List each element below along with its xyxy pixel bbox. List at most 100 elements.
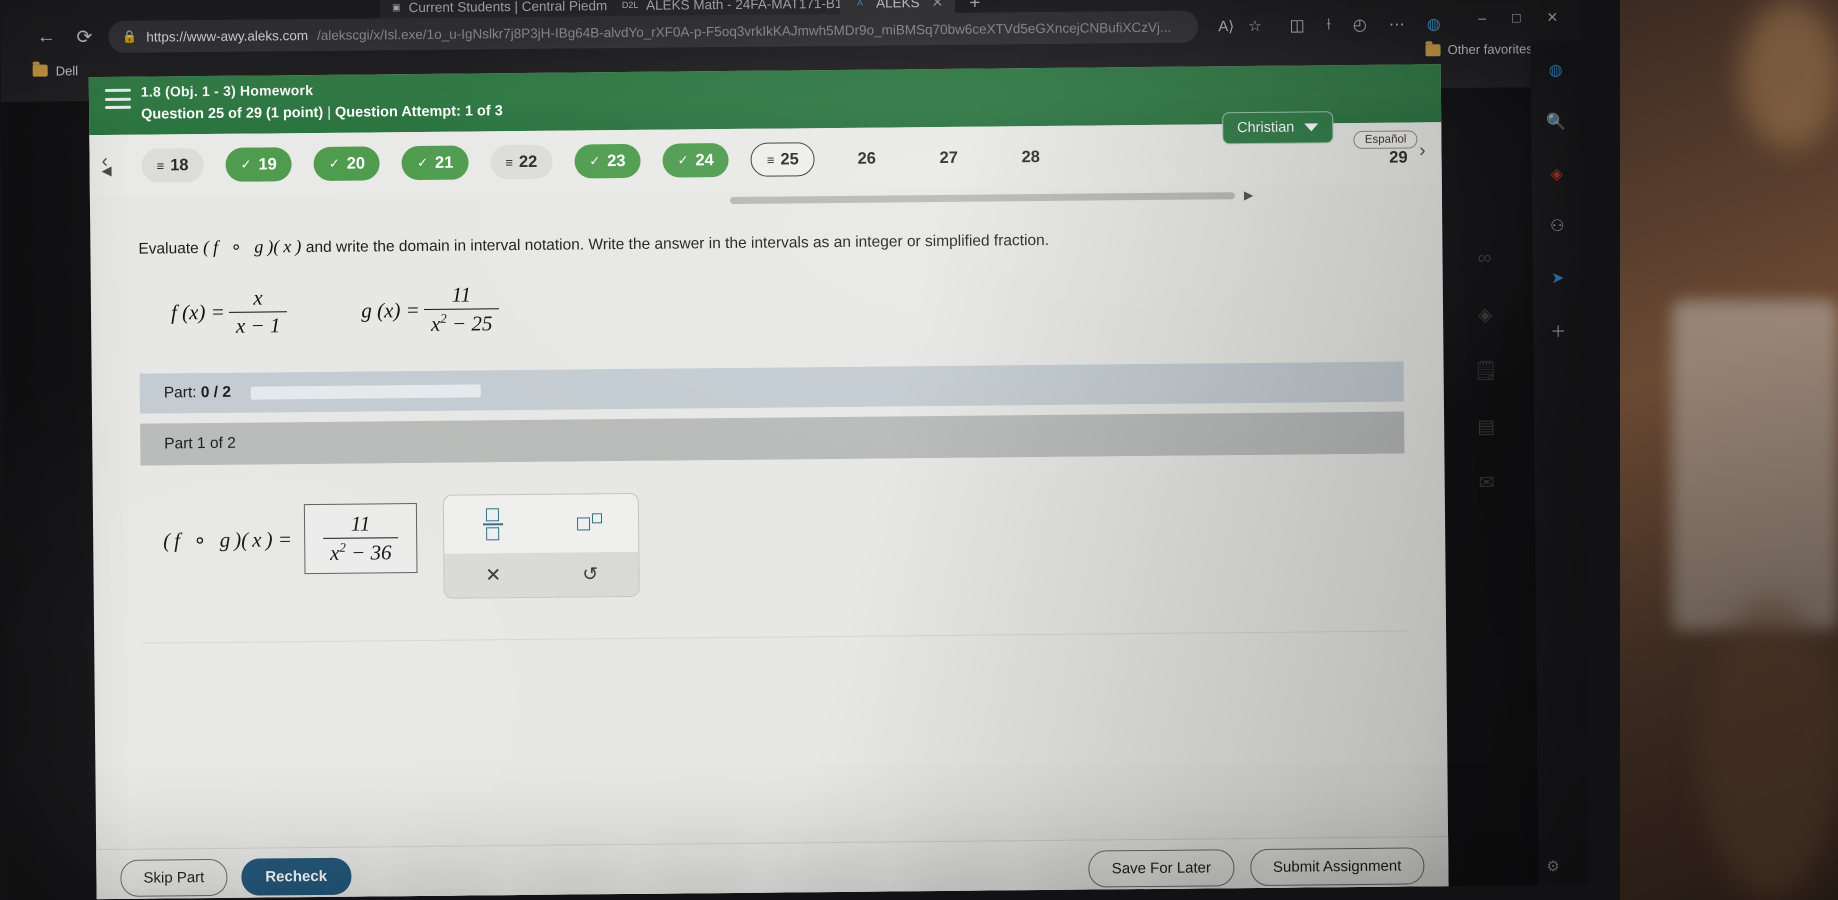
lines-icon: ≡ xyxy=(766,152,774,168)
scroll-track[interactable] xyxy=(729,192,1235,205)
contacts-icon[interactable]: ⚇ xyxy=(1544,213,1570,239)
question-pill-22[interactable]: ≡ 22 xyxy=(490,144,553,180)
attempt-counter: Question Attempt: 1 of 3 xyxy=(334,103,503,121)
question-pill-18[interactable]: ≡ 18 xyxy=(141,148,204,183)
g-fraction: 11 x2 − 25 xyxy=(423,282,500,337)
check-icon: ✓ xyxy=(416,154,429,171)
fraction-icon xyxy=(482,508,503,541)
prompt-tail: and write the domain in interval notatio… xyxy=(305,231,1050,257)
question-pill-19[interactable]: ✓ 19 xyxy=(225,147,292,182)
question-counter: Question 25 of 29 (1 point) xyxy=(141,104,324,123)
f-numerator: x xyxy=(253,284,263,310)
reload-icon[interactable]: ⟳ xyxy=(70,26,98,49)
aleks-page: 1.8 (Obj. 1 - 3) Homework Question 25 of… xyxy=(88,64,1498,900)
pill-number: 22 xyxy=(518,152,538,171)
question-pill-25-current[interactable]: ≡ 25 xyxy=(750,142,815,177)
copilot-icon[interactable]: ◍ xyxy=(1427,14,1441,34)
palette-actions-row: ✕ ↺ xyxy=(444,551,640,598)
pill-number: 27 xyxy=(939,148,958,167)
recheck-button[interactable]: Recheck xyxy=(241,857,352,896)
question-pill-24[interactable]: ✓ 24 xyxy=(662,143,729,178)
undo-button[interactable]: ↺ xyxy=(542,552,639,597)
clear-answer-button[interactable]: ✕ xyxy=(445,553,542,598)
message-icon[interactable]: ✉ xyxy=(1472,468,1502,498)
check-icon: ✓ xyxy=(677,152,689,168)
photographed-laptop-screen: ▣ Current Students | Central Piedm ✕ D2L… xyxy=(0,0,1838,900)
fraction-tool-button[interactable] xyxy=(444,495,542,554)
part-heading-label: Part 1 of 2 xyxy=(164,434,236,453)
pill-number: 28 xyxy=(1021,147,1040,166)
copilot-icon[interactable]: ◍ xyxy=(1543,57,1569,83)
shopping-icon[interactable]: ◈ xyxy=(1544,161,1570,187)
check-icon: ✓ xyxy=(589,153,601,169)
part-score-bar: Part: 0 / 2 xyxy=(139,361,1404,414)
submit-assignment-button[interactable]: Submit Assignment xyxy=(1249,847,1425,887)
g-den-exponent: 2 xyxy=(440,310,447,326)
omnibox-actions: A⟩ ☆ xyxy=(1218,17,1261,35)
split-screen-icon[interactable]: ◫ xyxy=(1290,15,1305,35)
favorite-star-icon[interactable]: ☆ xyxy=(1248,17,1262,35)
add-tool-icon[interactable]: ＋ xyxy=(1545,317,1571,343)
other-favorites[interactable]: Other favorites xyxy=(1425,41,1533,58)
question-pill-29[interactable]: 29 xyxy=(1389,148,1408,167)
answer-den-exponent: 2 xyxy=(339,539,346,555)
part-score-value: 0 / 2 xyxy=(200,383,232,402)
exponent-icon xyxy=(577,512,603,530)
answer-numerator: 11 xyxy=(350,511,371,536)
chrome-action-icons: ◫ ⟊ ◴ ⋯ ◍ xyxy=(1290,14,1441,35)
question-pill-20[interactable]: ✓ 20 xyxy=(313,146,381,181)
infinity-icon[interactable]: ∞ xyxy=(1469,244,1499,274)
nav-next-arrow[interactable]: › xyxy=(1419,140,1426,162)
question-pill-28[interactable]: 28 xyxy=(1001,140,1061,175)
url-path: /alekscgi/x/Isl.exe/1o_u-IgNslkr7j8P3jH-… xyxy=(317,19,1172,43)
footer-right-actions: Save For Later Submit Assignment xyxy=(1088,847,1425,888)
g-label: g (x) = xyxy=(361,297,420,323)
question-prompt: Evaluate (f ∘ g)(x) and write the domain… xyxy=(138,223,1402,262)
gear-icon[interactable]: ⚙ xyxy=(1546,857,1560,875)
calculator-icon[interactable]: ▤ xyxy=(1471,412,1501,442)
answer-value: 11 x2 − 36 xyxy=(322,511,399,566)
question-pill-26[interactable]: 26 xyxy=(837,141,897,176)
pill-number: 24 xyxy=(695,150,714,169)
other-favorites-label: Other favorites xyxy=(1447,41,1533,58)
collapse-left-caret-icon[interactable]: ◀ xyxy=(102,163,112,179)
answer-area: (f ∘ g)(x) = 11 x2 − 36 ✕ ↺ xyxy=(140,453,1407,644)
prompt-lead: Evaluate xyxy=(138,240,199,258)
save-for-later-button[interactable]: Save For Later xyxy=(1088,849,1235,888)
settings-more-icon[interactable]: ⋯ xyxy=(1389,15,1405,35)
room-blob xyxy=(1700,600,1838,900)
room-blob xyxy=(1672,300,1838,630)
lines-icon: ≡ xyxy=(156,157,164,174)
user-menu-button[interactable]: Christian xyxy=(1221,111,1334,145)
espanol-toggle[interactable]: Español xyxy=(1353,130,1418,150)
read-aloud-icon[interactable]: A⟩ xyxy=(1218,17,1234,35)
answer-input-box[interactable]: 11 x2 − 36 xyxy=(303,503,418,575)
question-pill-23[interactable]: ✓ 23 xyxy=(574,143,641,179)
function-g-definition: g (x) = 11 x2 − 25 xyxy=(361,282,500,337)
exponent-tool-button[interactable] xyxy=(541,494,639,553)
question-pill-21[interactable]: ✓ 21 xyxy=(401,145,469,181)
lines-icon: ≡ xyxy=(505,154,512,170)
math-input-palette: ✕ ↺ xyxy=(443,492,641,599)
collections-icon[interactable]: ⟊ xyxy=(1327,16,1331,34)
browser-essentials-icon[interactable]: ◴ xyxy=(1353,15,1367,35)
scroll-right-caret-icon[interactable]: ▶ xyxy=(1244,188,1253,202)
back-icon[interactable]: ← xyxy=(32,26,60,48)
pill-number: 19 xyxy=(258,154,277,174)
room-blob xyxy=(1740,0,1838,150)
bookmark-dell[interactable]: Dell xyxy=(56,63,79,78)
f-fraction: x x − 1 xyxy=(228,284,288,339)
screen-content: ▣ Current Students | Central Piedm ✕ D2L… xyxy=(0,0,1589,900)
hamburger-menu-icon[interactable] xyxy=(104,88,132,109)
answer-den-base: x xyxy=(329,540,340,565)
g-numerator: 11 xyxy=(451,282,472,307)
send-icon[interactable]: ➤ xyxy=(1545,265,1571,291)
skip-part-button[interactable]: Skip Part xyxy=(120,858,228,897)
notes-icon[interactable]: 🗒 xyxy=(1470,356,1500,386)
check-icon: ✓ xyxy=(240,156,252,172)
search-icon[interactable]: 🔍 xyxy=(1543,109,1569,135)
question-pill-27[interactable]: 27 xyxy=(919,141,979,176)
question-body: Evaluate (f ∘ g)(x) and write the domain… xyxy=(90,204,1446,644)
diamond-help-icon[interactable]: ◈ xyxy=(1470,300,1500,330)
f-denominator: x − 1 xyxy=(228,310,288,339)
